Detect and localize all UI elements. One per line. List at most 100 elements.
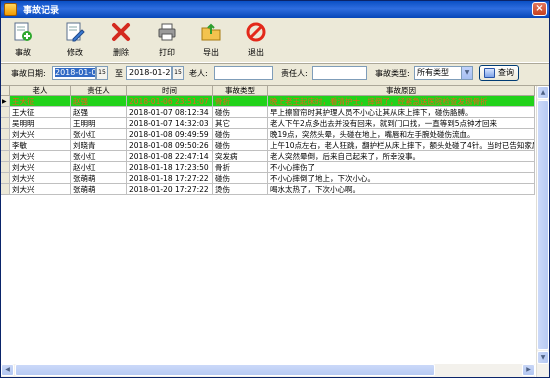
cell-reason: 不小心摔倒了地上，下次小心。 [268, 173, 535, 184]
window-title: 事故记录 [23, 6, 60, 16]
cell-type: 突发病 [213, 151, 268, 162]
date-from-field[interactable]: 2018-01-01 [52, 66, 96, 80]
cell-responsible: 张萌萌 [71, 184, 127, 195]
cell-responsible: 王明明 [71, 118, 127, 129]
type-select[interactable]: 所有类型 ▼ [414, 66, 473, 80]
print-button[interactable]: 打印 [149, 21, 185, 61]
row-indicator [1, 118, 10, 129]
col-responsible[interactable]: 责任人 [71, 86, 127, 96]
query-button[interactable]: 查询 [479, 65, 519, 81]
date-from-value: 2018-01-01 [55, 68, 95, 77]
row-indicator [1, 129, 10, 140]
title-bar: 事故记录 × [1, 1, 549, 18]
cell-reason: 晚19点，突然头晕，头碰在地上，嘴唇和左手腕处碰伤流血。 [268, 129, 535, 140]
accident-records-window: 事故记录 × 事故 修改 删除 打印 导出 退出 事故日期: 2018-01-0… [0, 0, 550, 378]
filter-bar: 事故日期: 2018-01-01 15 至 2018-01-23 15 老人: … [1, 64, 549, 82]
cell-time: 2018-01-07 08:12:34 [127, 107, 213, 118]
col-type[interactable]: 事故类型 [213, 86, 268, 96]
cell-time: 2018-01-18 17:27:22 [127, 173, 213, 184]
cell-reason: 老人突然晕倒，后来自己起来了，所幸没事。 [268, 151, 535, 162]
chevron-down-icon: ▼ [461, 67, 472, 79]
scroll-down-icon[interactable]: ▼ [537, 351, 549, 364]
date-to-field[interactable]: 2018-01-23 [126, 66, 172, 80]
date-label: 事故日期: [11, 69, 46, 78]
vertical-scrollbar[interactable]: ▲ ▼ [536, 86, 549, 377]
cell-elder: 李敏 [10, 140, 71, 151]
responsible-input[interactable] [312, 66, 367, 80]
table-row[interactable]: 刘大兴 张萌萌 2018-01-18 17:27:22 碰伤 不小心摔倒了地上，… [1, 173, 535, 184]
vertical-scroll-thumb[interactable] [537, 100, 549, 350]
cell-elder: 刘大兴 [10, 184, 71, 195]
cell-elder: 刘大兴 [10, 129, 71, 140]
print-label: 打印 [159, 48, 175, 57]
cell-elder: 吴明明 [10, 118, 71, 129]
cell-elder: 刘大兴 [10, 173, 71, 184]
query-icon [484, 68, 495, 78]
row-indicator [1, 173, 10, 184]
app-icon [4, 3, 17, 16]
exit-label: 退出 [248, 48, 264, 57]
add-accident-button[interactable]: 事故 [5, 21, 41, 61]
cell-elder: 刘大兴 [10, 162, 71, 173]
cell-responsible: 赵强 [71, 96, 127, 107]
exit-button[interactable]: 退出 [238, 21, 274, 61]
cell-responsible: 张小红 [71, 151, 127, 162]
col-time[interactable]: 时间 [127, 86, 213, 96]
cell-type: 碰伤 [213, 129, 268, 140]
scroll-left-icon[interactable]: ◀ [1, 364, 14, 376]
row-indicator [1, 151, 10, 162]
accident-table: 老人 责任人 时间 事故类型 事故原因 ▶ 王大征 赵强 2018-01-06 … [1, 85, 549, 377]
cell-responsible: 刘晓青 [71, 140, 127, 151]
cell-type: 骨折 [213, 96, 268, 107]
cell-time: 2018-01-18 17:23:50 [127, 162, 213, 173]
edit-button[interactable]: 修改 [57, 21, 93, 61]
table-row[interactable]: 刘大兴 赵小红 2018-01-18 17:23:50 骨折 不小心摔伤了 [1, 162, 535, 173]
cell-time: 2018-01-08 09:49:59 [127, 129, 213, 140]
table-row[interactable]: 刘大兴 张小红 2018-01-08 09:49:59 碰伤 晚19点，突然头晕… [1, 129, 535, 140]
elder-input[interactable] [214, 66, 273, 80]
col-elder[interactable]: 老人 [10, 86, 71, 96]
close-window-button[interactable]: × [532, 2, 547, 16]
delete-button[interactable]: 删除 [103, 21, 139, 61]
print-icon [158, 23, 176, 41]
row-indicator [1, 184, 10, 195]
horizontal-scrollbar[interactable]: ◀ ▶ [1, 364, 535, 377]
date-from-calendar-icon[interactable]: 15 [96, 66, 108, 80]
cell-reason: 不小心摔伤了 [268, 162, 535, 173]
row-selected-icon: ▶ [1, 96, 10, 107]
cell-type: 烫伤 [213, 184, 268, 195]
scroll-up-icon[interactable]: ▲ [537, 86, 549, 99]
cell-time: 2018-01-06 23:51:07 [127, 96, 213, 107]
cell-elder: 王大征 [10, 107, 71, 118]
cell-time: 2018-01-08 22:47:14 [127, 151, 213, 162]
exit-icon [246, 22, 266, 42]
scroll-right-icon[interactable]: ▶ [522, 364, 535, 376]
table-header: 老人 责任人 时间 事故类型 事故原因 [1, 86, 535, 96]
col-reason[interactable]: 事故原因 [268, 86, 535, 96]
row-indicator [1, 162, 10, 173]
table-row[interactable]: 吴明明 王明明 2018-01-07 14:32:03 其它 老人下午2点多出去… [1, 118, 535, 129]
row-indicator [1, 140, 10, 151]
table-row[interactable]: 刘大兴 张萌萌 2018-01-20 17:27:22 烫伤 喝水太热了，下次小… [1, 184, 535, 195]
delete-label: 删除 [113, 48, 129, 57]
type-select-value: 所有类型 [417, 68, 449, 77]
export-button[interactable]: 导出 [193, 21, 229, 61]
horizontal-scroll-thumb[interactable] [15, 364, 435, 376]
table-row[interactable]: ▶ 王大征 赵强 2018-01-06 23:51:07 骨折 晚上老王起床时，… [1, 96, 535, 107]
row-indicator [1, 107, 10, 118]
cell-type: 碰伤 [213, 107, 268, 118]
table-row[interactable]: 李敏 刘晓青 2018-01-08 09:50:26 碰伤 上午10点左右，老人… [1, 140, 535, 151]
edit-icon [66, 22, 85, 42]
date-to-calendar-icon[interactable]: 15 [172, 66, 184, 80]
cell-time: 2018-01-08 09:50:26 [127, 140, 213, 151]
header-indicator [1, 86, 10, 96]
responsible-label: 责任人: [281, 69, 308, 78]
add-accident-icon [14, 22, 32, 41]
cell-type: 碰伤 [213, 173, 268, 184]
table-row[interactable]: 王大征 赵强 2018-01-07 08:12:34 碰伤 早上擦窗帘时其护理人… [1, 107, 535, 118]
table-row[interactable]: 刘大兴 张小红 2018-01-08 22:47:14 突发病 老人突然晕倒，后… [1, 151, 535, 162]
export-label: 导出 [203, 48, 219, 57]
cell-reason: 晚上老王起床时，看清护士，摔倒了，经紧急送医院检查发现骨折 [268, 96, 535, 107]
edit-label: 修改 [67, 48, 83, 57]
cell-responsible: 张萌萌 [71, 173, 127, 184]
